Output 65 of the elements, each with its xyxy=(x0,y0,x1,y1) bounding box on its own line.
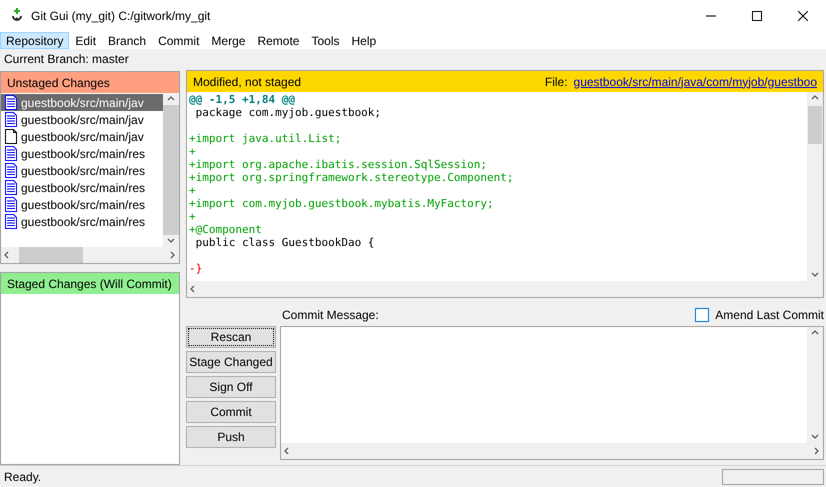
menu-item[interactable]: Merge xyxy=(205,32,252,49)
menu-item[interactable]: Help xyxy=(345,32,382,49)
vertical-scrollbar[interactable] xyxy=(163,93,179,247)
amend-checkbox[interactable] xyxy=(695,308,710,322)
diff-line: -} xyxy=(189,262,202,275)
vertical-scrollbar[interactable] xyxy=(807,327,823,443)
action-button[interactable]: Rescan xyxy=(186,326,276,348)
text-file-icon xyxy=(5,112,17,127)
file-list-item[interactable]: guestbook/src/main/jav xyxy=(1,111,163,128)
commit-message-field[interactable] xyxy=(280,326,824,460)
diff-line: +import com.myjob.guestbook.mybatis.MyFactory; xyxy=(189,197,494,210)
action-button[interactable]: Commit xyxy=(186,401,276,423)
diff-status: Modified, not staged xyxy=(193,74,302,88)
status-text: Ready. xyxy=(4,470,42,484)
menu-item[interactable]: Edit xyxy=(69,32,102,49)
file-list-item[interactable]: guestbook/src/main/jav xyxy=(1,128,163,145)
horizontal-scrollbar[interactable] xyxy=(187,281,823,297)
horizontal-scrollbar[interactable] xyxy=(1,247,179,263)
diff-line: + xyxy=(189,145,196,158)
action-button[interactable]: Sign Off xyxy=(186,376,276,398)
commit-message-label: Commit Message: xyxy=(281,308,380,322)
file-label: File: xyxy=(544,74,568,88)
amend-label: Amend Last Commit xyxy=(715,308,824,322)
file-list-item[interactable]: guestbook/src/main/res xyxy=(1,162,163,179)
vertical-scrollbar[interactable] xyxy=(807,92,823,281)
git-app-icon xyxy=(11,8,23,24)
staged-header: Staged Changes (Will Commit) xyxy=(1,273,179,294)
diff-line: public class GuestbookDao { xyxy=(194,236,374,249)
window-title: Git Gui (my_git) C:/gitwork/my_git xyxy=(31,9,212,23)
horizontal-scrollbar[interactable] xyxy=(281,443,823,459)
menu-item[interactable]: Remote xyxy=(251,32,306,49)
close-icon xyxy=(798,11,808,21)
diff-line: @@ -1,5 +1,84 @@ xyxy=(189,93,295,106)
diff-line: +import java.util.List; xyxy=(189,132,342,145)
action-button[interactable]: Stage Changed xyxy=(186,351,276,373)
file-list-item[interactable]: guestbook/src/main/res xyxy=(1,145,163,162)
unstaged-header: Unstaged Changes xyxy=(1,72,179,93)
current-branch-label: Current Branch: master xyxy=(4,52,129,66)
action-button[interactable]: Push xyxy=(186,426,276,448)
menu-item[interactable]: Tools xyxy=(305,32,346,49)
maximize-icon xyxy=(752,11,762,21)
menu-item[interactable]: Commit xyxy=(152,32,206,49)
diff-line: package com.myjob.guestbook; xyxy=(194,106,382,119)
blank-file-icon xyxy=(5,129,17,144)
diff-line: + xyxy=(189,184,196,197)
file-list-item[interactable]: guestbook/src/main/res xyxy=(1,196,163,213)
diff-line: +import org.apache.ibatis.session.SqlSession; xyxy=(189,158,488,171)
text-file-icon xyxy=(5,163,17,178)
file-path-link[interactable]: guestbook/src/main/java/com/myjob/guestboo xyxy=(574,74,817,88)
text-file-icon xyxy=(5,197,17,212)
file-list-item[interactable]: guestbook/src/main/res xyxy=(1,179,163,196)
scroll-thumb[interactable] xyxy=(808,106,822,144)
file-list-item[interactable]: guestbook/src/main/res xyxy=(1,213,163,230)
file-list-item[interactable]: guestbook/src/main/jav xyxy=(1,94,163,111)
menu-item[interactable]: Branch xyxy=(102,32,152,49)
scroll-thumb[interactable] xyxy=(163,105,179,235)
text-file-icon xyxy=(5,180,17,195)
menu-item[interactable]: Repository xyxy=(0,32,70,49)
scroll-thumb[interactable] xyxy=(19,247,83,263)
text-file-icon xyxy=(5,214,17,229)
text-file-icon xyxy=(5,146,17,161)
diff-line: + xyxy=(189,210,196,223)
diff-line: +import org.springframework.stereotype.Component; xyxy=(189,171,514,184)
diff-line: +@Component xyxy=(189,223,262,236)
text-file-icon xyxy=(5,95,17,110)
